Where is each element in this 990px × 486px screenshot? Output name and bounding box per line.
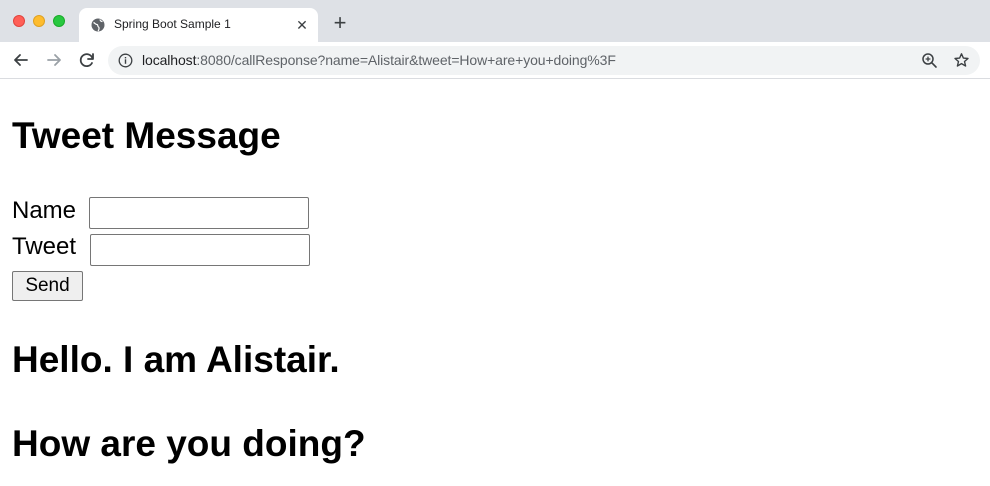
forward-arrow-icon[interactable] <box>44 50 64 70</box>
globe-icon <box>91 18 105 32</box>
tweet-input[interactable] <box>90 234 310 266</box>
page-content: Tweet Message Name Tweet Send Hello. I a… <box>0 80 990 486</box>
tweet-label: Tweet <box>12 233 77 260</box>
tab-title: Spring Boot Sample 1 <box>114 17 231 31</box>
minimize-window-button[interactable] <box>33 15 45 27</box>
address-bar[interactable]: localhost:8080/callResponse?name=Alistai… <box>108 46 980 75</box>
new-tab-button[interactable]: + <box>330 12 350 34</box>
info-icon[interactable] <box>118 53 133 68</box>
send-button[interactable]: Send <box>12 271 83 301</box>
close-tab-icon[interactable]: ✕ <box>294 17 310 33</box>
page-title: Tweet Message <box>12 115 281 156</box>
zoom-icon[interactable] <box>921 52 938 69</box>
url-path: :8080/callResponse?name=Alistair&tweet=H… <box>196 52 616 68</box>
browser-tab[interactable]: Spring Boot Sample 1 ✕ <box>79 8 318 42</box>
url-host: localhost <box>142 52 197 68</box>
reload-icon[interactable] <box>77 50 97 70</box>
browser-toolbar: localhost:8080/callResponse?name=Alistai… <box>0 42 990 79</box>
tab-strip: Spring Boot Sample 1 ✕ + <box>0 0 990 42</box>
tweet-heading: How are you doing? <box>12 423 366 464</box>
close-window-button[interactable] <box>13 15 25 27</box>
greeting-heading: Hello. I am Alistair. <box>12 339 340 380</box>
name-input[interactable] <box>89 197 309 229</box>
name-label: Name <box>12 197 77 224</box>
maximize-window-button[interactable] <box>53 15 65 27</box>
url-text[interactable]: localhost:8080/callResponse?name=Alistai… <box>142 52 616 68</box>
back-arrow-icon[interactable] <box>11 50 31 70</box>
bookmark-star-icon[interactable] <box>953 52 970 69</box>
